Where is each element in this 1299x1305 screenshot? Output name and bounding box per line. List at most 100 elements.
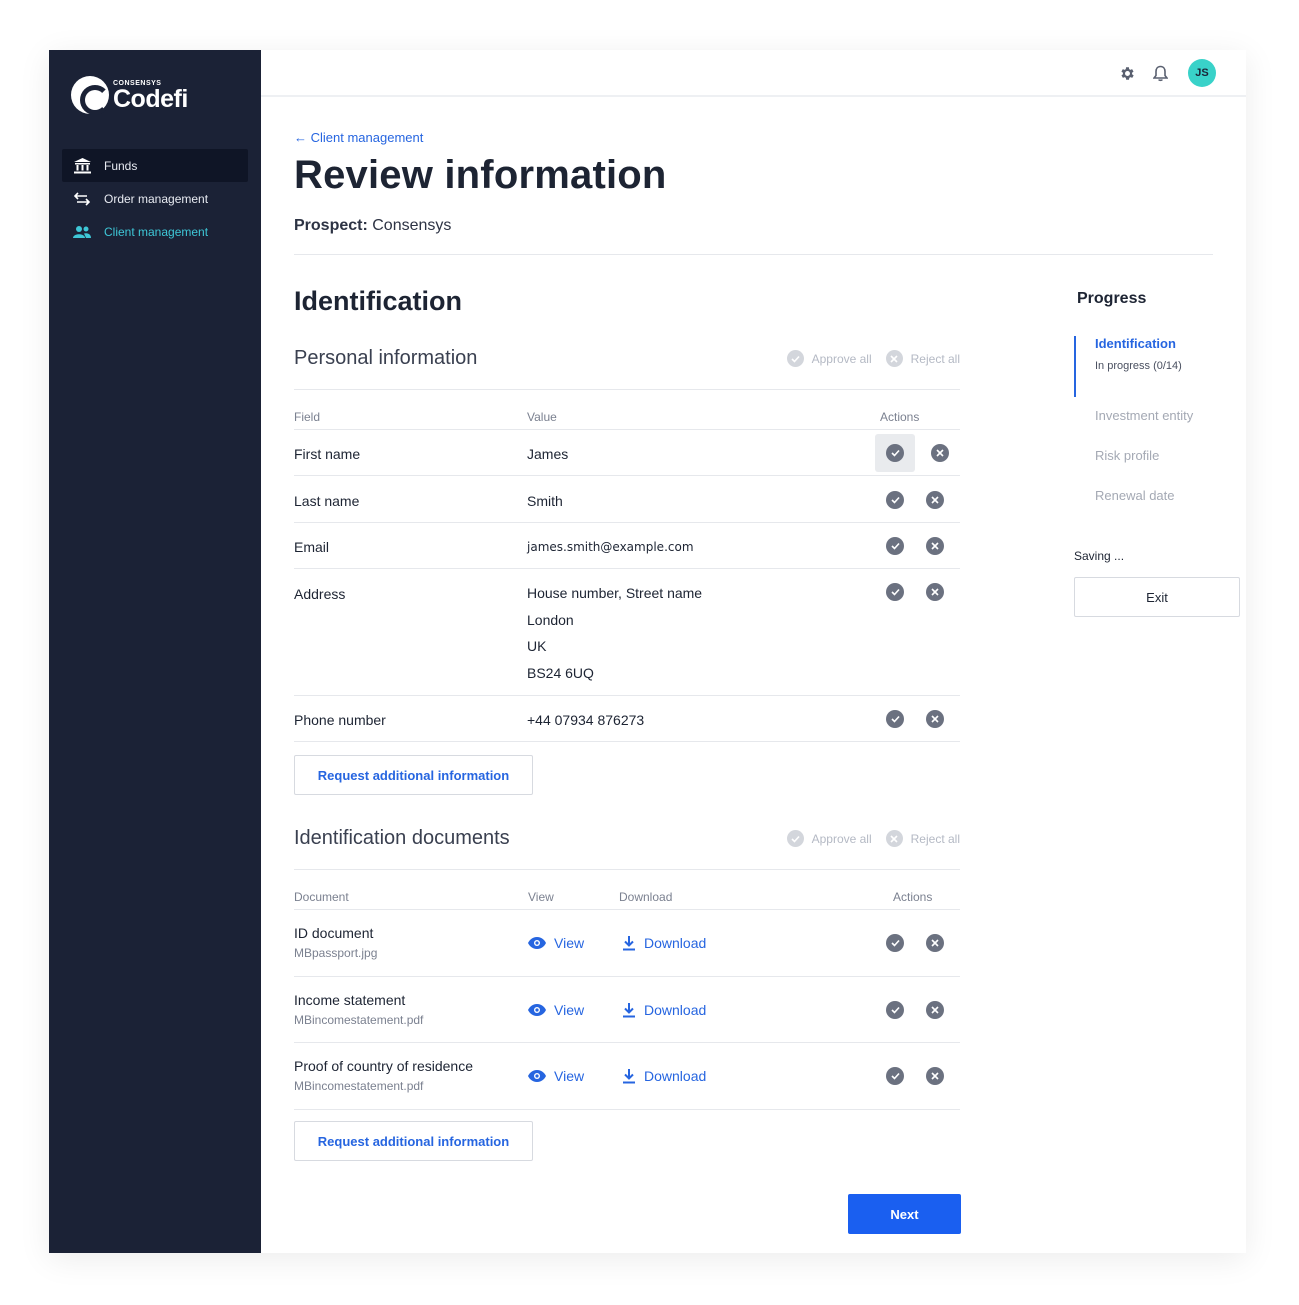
request-additional-documents-button[interactable]: Request additional information xyxy=(294,1121,533,1161)
reject-button[interactable] xyxy=(920,928,950,958)
step-status: In progress (0/14) xyxy=(1095,360,1182,372)
step-renewal-date[interactable]: Renewal date xyxy=(1074,488,1193,528)
field-name: First name xyxy=(294,446,361,462)
column-header-download: Download xyxy=(619,890,673,904)
transfer-arrows-icon xyxy=(72,191,92,207)
download-link[interactable]: Download xyxy=(622,1002,706,1018)
table-row: Phone number +44 07934 876273 xyxy=(294,696,960,742)
field-value: Smith xyxy=(527,493,563,509)
step-investment-entity[interactable]: Investment entity xyxy=(1074,408,1193,448)
reject-button[interactable] xyxy=(920,485,950,515)
check-circle-icon xyxy=(886,583,904,601)
view-link[interactable]: View xyxy=(528,1002,584,1018)
download-icon xyxy=(622,1002,636,1018)
view-link[interactable]: View xyxy=(528,935,584,951)
approve-button[interactable] xyxy=(880,531,910,561)
field-name: Last name xyxy=(294,493,360,509)
column-header-view: View xyxy=(528,890,554,904)
check-circle-icon xyxy=(886,1067,904,1085)
step-risk-profile[interactable]: Risk profile xyxy=(1074,448,1193,488)
prospect-label: Prospect: xyxy=(294,217,368,234)
document-name: Proof of country of residence xyxy=(294,1058,473,1074)
table-row: ID document MBpassport.jpg View Download xyxy=(294,910,960,977)
document-filename: MBpassport.jpg xyxy=(294,946,378,960)
reject-button[interactable] xyxy=(920,531,950,561)
table-header: Document View Download Actions xyxy=(294,870,960,910)
view-link[interactable]: View xyxy=(528,1068,584,1084)
approve-button[interactable] xyxy=(880,485,910,515)
sidebar-item-label: Funds xyxy=(104,158,138,173)
next-button[interactable]: Next xyxy=(848,1194,961,1234)
prospect-line: Prospect: Consensys xyxy=(294,217,451,235)
table-row: First name James xyxy=(294,430,960,476)
sidebar-item-client-management[interactable]: Client management xyxy=(62,215,248,248)
download-label: Download xyxy=(644,935,707,951)
download-link[interactable]: Download xyxy=(622,1068,706,1084)
step-label: Identification xyxy=(1095,336,1176,351)
table-row: Last name Smith xyxy=(294,476,960,523)
codefi-logo-icon xyxy=(71,76,110,115)
request-additional-info-button[interactable]: Request additional information xyxy=(294,755,533,795)
approve-button[interactable] xyxy=(880,995,910,1025)
reject-button[interactable] xyxy=(925,438,955,468)
reject-button[interactable] xyxy=(920,704,950,734)
address-value: House number, Street name London UK BS24… xyxy=(527,580,702,686)
view-label: View xyxy=(554,1002,585,1018)
x-circle-icon xyxy=(926,710,944,728)
divider xyxy=(294,254,1213,255)
card-title: Identification documents xyxy=(294,827,510,849)
approve-button[interactable] xyxy=(880,928,910,958)
table-row: Email james.smith@example.com xyxy=(294,523,960,569)
sidebar-item-funds[interactable]: Funds xyxy=(62,149,248,182)
approve-all-label: Approve all xyxy=(811,831,872,846)
saving-status: Saving ... xyxy=(1074,549,1125,563)
sidebar: CONSENSYS Codefi Funds Order management xyxy=(49,50,261,1253)
x-circle-icon xyxy=(926,537,944,555)
reject-all-button[interactable]: Reject all xyxy=(885,830,960,847)
address-line: UK xyxy=(527,638,547,654)
x-circle-icon xyxy=(926,491,944,509)
reject-button[interactable] xyxy=(920,995,950,1025)
back-link-label: Client management xyxy=(310,130,424,145)
x-circle-icon xyxy=(885,350,903,367)
step-identification[interactable]: Identification In progress (0/14) xyxy=(1074,336,1193,397)
document-filename: MBincomestatement.pdf xyxy=(294,1079,424,1093)
document-filename: MBincomestatement.pdf xyxy=(294,1013,424,1027)
check-circle-icon xyxy=(886,934,904,952)
section-title: Identification xyxy=(294,286,462,316)
download-link[interactable]: Download xyxy=(622,935,706,951)
download-label: Download xyxy=(644,1002,707,1018)
reject-button[interactable] xyxy=(920,577,950,607)
document-name: Income statement xyxy=(294,992,406,1008)
approve-button[interactable] xyxy=(880,704,910,734)
view-label: View xyxy=(554,1068,585,1084)
gear-icon[interactable] xyxy=(1118,64,1136,82)
address-line: BS24 6UQ xyxy=(527,664,594,681)
reject-all-label: Reject all xyxy=(910,831,960,846)
x-circle-icon xyxy=(926,1067,944,1085)
users-icon xyxy=(72,224,92,240)
identification-documents-card: Identification documents Approve all Rej… xyxy=(294,820,960,1110)
check-circle-icon xyxy=(786,350,804,367)
approve-button[interactable] xyxy=(880,1061,910,1091)
reject-button[interactable] xyxy=(920,1061,950,1091)
app-window: CONSENSYS Codefi Funds Order management xyxy=(49,50,1246,1253)
back-link[interactable]: ← Client management xyxy=(294,130,423,145)
bell-icon[interactable] xyxy=(1151,64,1169,82)
download-icon xyxy=(622,1068,636,1084)
approve-all-button[interactable]: Approve all xyxy=(786,830,872,847)
arrow-left-icon: ← xyxy=(294,130,307,145)
reject-all-button[interactable]: Reject all xyxy=(885,350,960,367)
exit-button[interactable]: Exit xyxy=(1074,577,1240,617)
user-avatar[interactable]: JS xyxy=(1188,59,1216,87)
table-row: Proof of country of residence MBincomest… xyxy=(294,1043,960,1110)
approve-all-button[interactable]: Approve all xyxy=(786,350,872,367)
sidebar-item-order-management[interactable]: Order management xyxy=(62,182,248,215)
approve-button[interactable] xyxy=(880,577,910,607)
sidebar-item-label: Client management xyxy=(104,224,209,239)
logo[interactable]: CONSENSYS Codefi xyxy=(71,76,188,115)
address-line: London xyxy=(527,611,574,628)
check-circle-icon xyxy=(886,1001,904,1019)
check-circle-icon xyxy=(786,830,804,847)
approve-button[interactable] xyxy=(875,434,915,472)
